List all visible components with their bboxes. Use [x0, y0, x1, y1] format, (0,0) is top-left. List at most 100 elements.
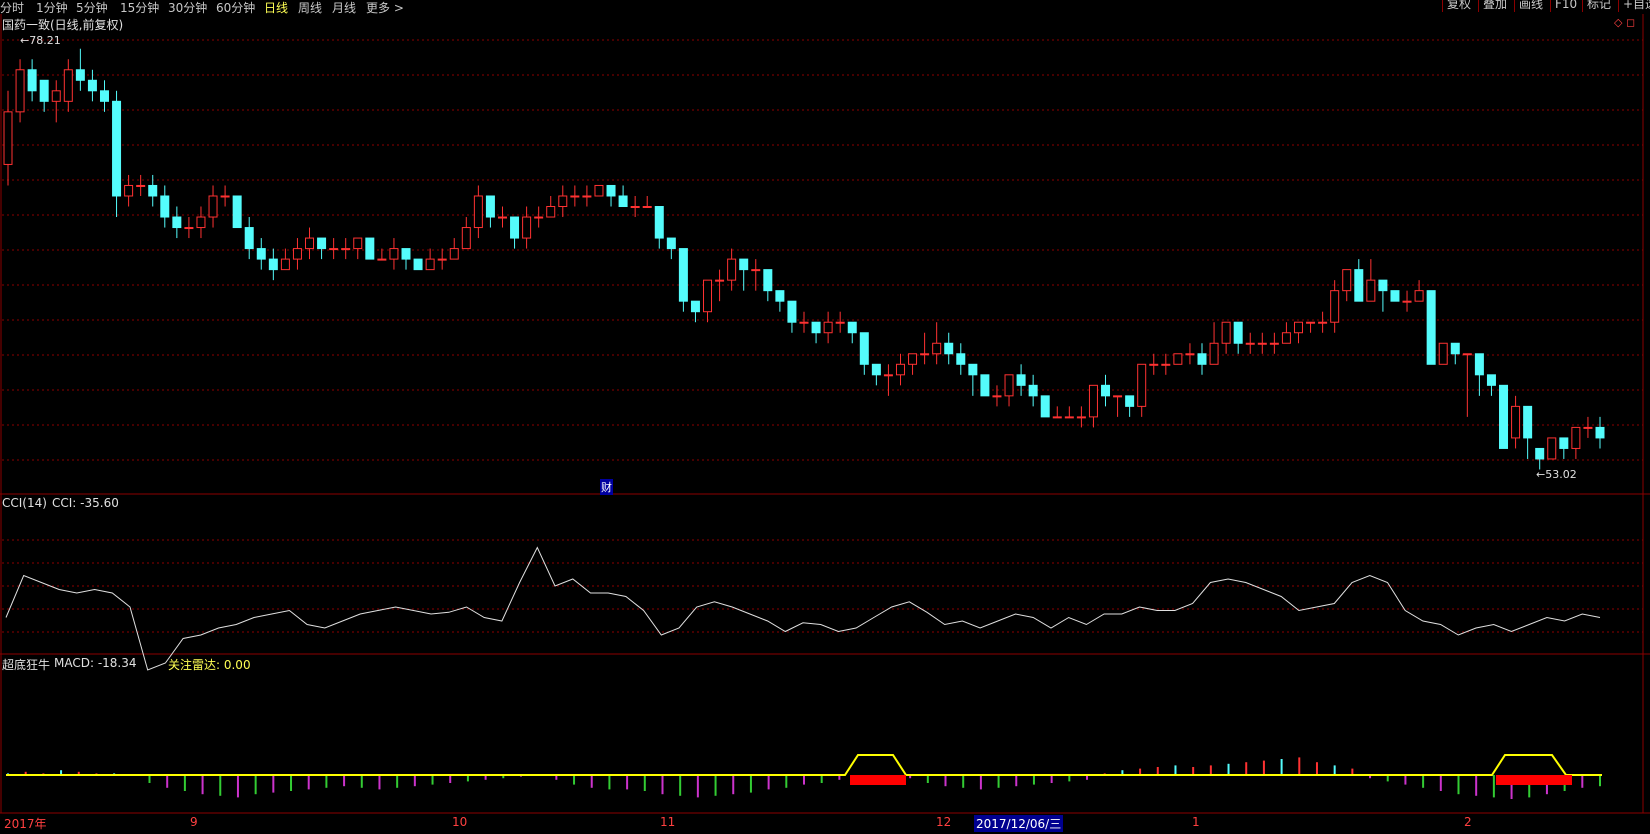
cci-value: CCI: -35.60 [52, 496, 119, 510]
candle-body [256, 248, 266, 260]
candle-body [932, 342, 942, 355]
draw-button[interactable]: 画线 [1514, 0, 1548, 12]
candle-body [1511, 405, 1521, 439]
x-axis-month-9: 9 [190, 815, 198, 829]
candle-body [968, 363, 978, 376]
candle-body [1016, 374, 1026, 386]
candle-body [522, 216, 532, 239]
candle-body [1583, 426, 1593, 429]
period-tab-monthly[interactable]: 月线 [332, 0, 356, 16]
candle-body [1366, 279, 1376, 302]
chart-title: 国药一致(日线,前复权) [2, 18, 124, 32]
adjust-button[interactable]: 复权 [1442, 0, 1476, 12]
add-watchlist-button[interactable]: +自选 [1618, 0, 1650, 12]
candle-body [148, 184, 158, 197]
candle-body [389, 248, 399, 260]
candle-body [1402, 300, 1412, 303]
candle-body [1257, 342, 1267, 345]
period-tab-15min[interactable]: 15分钟 [120, 0, 159, 16]
candle-body [1547, 437, 1557, 460]
candle-body [883, 374, 893, 377]
candle-body [1571, 426, 1581, 449]
candle-body [1161, 363, 1171, 366]
period-tab-1min[interactable]: 1分钟 [36, 0, 68, 16]
candle-body [1318, 321, 1328, 324]
candle-body [184, 227, 194, 230]
period-toolbar: 分时 1分钟 5分钟 15分钟 30分钟 60分钟 日线 周线 月线 更多 > … [0, 0, 1650, 16]
candle-body [63, 69, 73, 102]
candle-body [1354, 269, 1364, 302]
candle-body [1185, 353, 1195, 356]
candle-body [461, 227, 471, 250]
candle-body [1414, 290, 1424, 302]
candle-body [1040, 395, 1050, 418]
candle-body [1595, 426, 1605, 439]
chart-canvas[interactable] [0, 0, 1650, 834]
candle-body [112, 100, 122, 197]
period-tab-30min[interactable]: 30分钟 [168, 0, 207, 16]
candle-body [208, 195, 218, 218]
candle-body [811, 321, 821, 334]
candle-body [956, 353, 966, 365]
x-axis-month-1: 1 [1192, 815, 1200, 829]
candle-body [1426, 290, 1436, 365]
candle-body [1378, 279, 1388, 292]
candle-body [775, 290, 785, 302]
finance-marker-icon[interactable]: 财 [600, 479, 613, 495]
period-tab-daily[interactable]: 日线 [264, 0, 288, 16]
candle-body [220, 195, 230, 198]
candle-body [1390, 290, 1400, 302]
candle-body [1342, 269, 1352, 292]
candle-body [87, 79, 97, 92]
candle-body [835, 321, 845, 324]
low-price-label: 53.02 [1545, 468, 1577, 481]
candle-body [1113, 395, 1123, 398]
candle-body [27, 69, 37, 92]
candle-body [172, 216, 182, 229]
candle-body [582, 195, 592, 198]
period-tab-5min[interactable]: 5分钟 [76, 0, 108, 16]
x-axis-year: 2017年 [4, 817, 47, 831]
mark-button[interactable]: 标记 [1582, 0, 1616, 12]
candle-body [51, 90, 61, 102]
period-tab-60min[interactable]: 60分钟 [216, 0, 255, 16]
f10-button[interactable]: F10 [1550, 0, 1582, 12]
candle-body [715, 279, 725, 282]
candle-body [232, 195, 242, 229]
candle-body [485, 195, 495, 218]
candle-body [678, 248, 688, 302]
macd-value: MACD: -18.34 [54, 656, 137, 670]
overlay-button[interactable]: 叠加 [1478, 0, 1512, 12]
period-tab-minute[interactable]: 分时 [0, 0, 24, 16]
candle-body [763, 269, 773, 292]
candle-body [871, 363, 881, 376]
candle-body [425, 258, 435, 271]
signal-line [6, 754, 1602, 776]
candle-body [751, 269, 761, 272]
candle-body [666, 237, 676, 250]
period-more-menu[interactable]: 更多 > [366, 0, 404, 16]
candle-body [3, 111, 13, 165]
candle-body [1004, 374, 1014, 397]
candle-body [1125, 395, 1135, 407]
x-axis-month-10: 10 [452, 815, 468, 829]
candle-body [329, 248, 339, 251]
candle-body [1474, 353, 1484, 376]
candle-body [292, 248, 302, 260]
candle-body [99, 90, 109, 102]
candle-body [124, 184, 134, 197]
candle-body [1197, 353, 1207, 365]
candle-body [39, 79, 49, 102]
candle-body [594, 184, 604, 197]
candle-body [473, 195, 483, 229]
candlestick-series [3, 48, 1605, 470]
candle-body [1499, 384, 1509, 449]
candle-body [15, 69, 25, 113]
candle-body [739, 258, 749, 271]
candle-body [908, 353, 918, 365]
candle-body [992, 395, 1002, 398]
candle-body [244, 227, 254, 250]
candle-body [160, 195, 170, 218]
diamond-icon[interactable]: ◇ ◻ [1614, 16, 1635, 29]
period-tab-weekly[interactable]: 周线 [298, 0, 322, 16]
